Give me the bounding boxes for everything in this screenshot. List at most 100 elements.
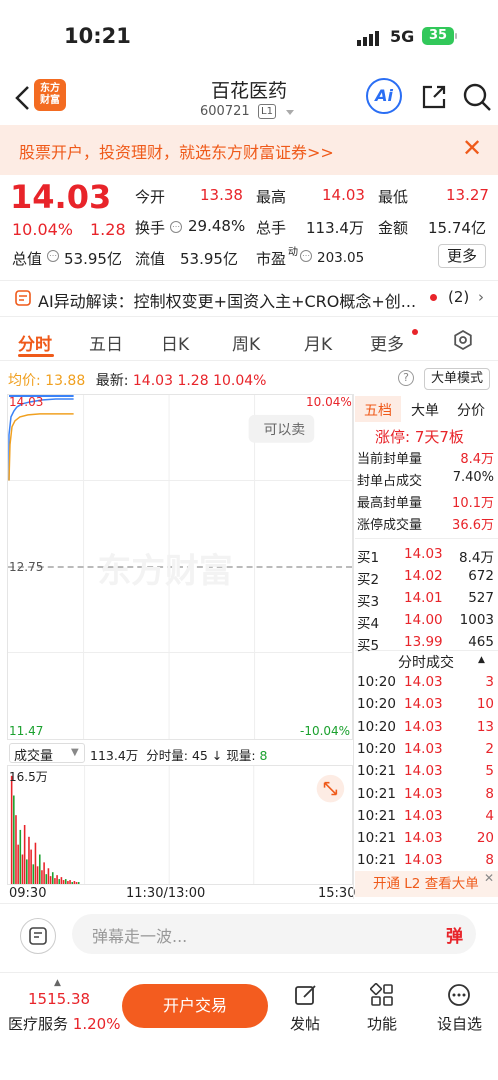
price-line bbox=[8, 398, 74, 481]
side-tab-price-dist[interactable]: 分价 bbox=[457, 400, 485, 420]
chevron-down-icon[interactable] bbox=[286, 110, 294, 115]
limit-up-value: 10.1万 bbox=[452, 496, 494, 511]
tab-five-day[interactable]: 五日 bbox=[89, 330, 123, 355]
tick-price: 14.03 bbox=[404, 785, 443, 802]
grid-icon[interactable] bbox=[370, 983, 394, 1007]
volume-bar bbox=[36, 866, 39, 884]
low-label: 最低 bbox=[378, 188, 409, 206]
order-book-label: 买5 bbox=[357, 638, 380, 654]
latest-label: 最新: bbox=[95, 373, 129, 389]
index-value[interactable]: 1515.38 bbox=[28, 990, 90, 1008]
close-icon[interactable]: ✕ bbox=[462, 136, 482, 160]
current-price: 14.03 bbox=[10, 178, 112, 216]
ticks-title: 分时成交 bbox=[398, 655, 454, 671]
volume-bar bbox=[75, 882, 78, 884]
volume-bar bbox=[26, 859, 28, 884]
level-badge[interactable]: L1 bbox=[258, 104, 276, 119]
index-name[interactable]: 医疗服务 1.20% bbox=[8, 1013, 120, 1034]
y-top-label: 14.03 bbox=[9, 395, 44, 409]
volume-bars bbox=[10, 775, 80, 884]
big-order-mode-button[interactable]: 大单模式 bbox=[424, 368, 490, 390]
notification-dot bbox=[412, 329, 418, 335]
tick-time: 10:20 bbox=[357, 718, 396, 735]
volume-bar bbox=[60, 877, 63, 884]
tab-monthly-k[interactable]: 月K bbox=[304, 330, 332, 355]
open-label: 今开 bbox=[135, 188, 166, 206]
trade-button[interactable]: 开户交易 bbox=[122, 984, 268, 1028]
x-axis-start: 09:30 bbox=[9, 886, 47, 901]
caret-up-icon: ▲ bbox=[478, 655, 485, 665]
danmu-placeholder[interactable]: 弹幕走一波... bbox=[92, 923, 187, 947]
more-dots-icon[interactable] bbox=[447, 983, 471, 1007]
tab-intraday[interactable]: 分时 bbox=[18, 330, 52, 355]
tick-time: 10:21 bbox=[357, 785, 396, 802]
ai-assistant-button[interactable]: Ai bbox=[366, 78, 402, 114]
caret-up-icon[interactable]: ▲ bbox=[54, 978, 61, 988]
tab-more[interactable]: 更多 bbox=[370, 330, 404, 355]
volume-bar bbox=[15, 815, 17, 884]
tick-time: 10:20 bbox=[357, 674, 396, 690]
search-icon[interactable] bbox=[462, 82, 492, 112]
nav-watchlist[interactable]: 设自选 bbox=[437, 1013, 482, 1034]
volume-chart[interactable] bbox=[7, 765, 353, 885]
volume-summary: 113.4万 分时量: 45 ↓ 现量: 8 bbox=[90, 745, 268, 764]
y-bottom-label: 11.47 bbox=[9, 724, 44, 738]
pe-value: 203.05 bbox=[317, 250, 365, 266]
volume-bar bbox=[38, 854, 41, 884]
info-icon[interactable]: ⋯ bbox=[47, 250, 59, 262]
tick-time: 10:20 bbox=[357, 740, 396, 757]
volume-bar bbox=[17, 844, 19, 884]
promo-text[interactable]: 股票开户，投资理财，就选东方财富证券>> bbox=[19, 139, 334, 163]
limit-up-label: 当前封单量 bbox=[357, 452, 423, 467]
open-value: 13.38 bbox=[200, 186, 243, 204]
volume-bar bbox=[56, 875, 58, 884]
tick-time: 10:20 bbox=[357, 696, 396, 713]
share-icon[interactable] bbox=[420, 83, 448, 111]
limit-up-value: 8.4万 bbox=[460, 452, 494, 467]
order-book-volume: 672 bbox=[468, 568, 494, 584]
order-book-label: 买4 bbox=[357, 616, 380, 632]
indicator-select-label: 成交量 bbox=[14, 749, 54, 764]
x-axis-end: 15:30 bbox=[318, 886, 356, 901]
ai-insight-text[interactable]: AI异动解读：控制权变更+国资入主+CRO概念+创... bbox=[38, 288, 416, 312]
edit-icon[interactable] bbox=[294, 983, 318, 1007]
side-tab-level5[interactable]: 五档 bbox=[364, 400, 392, 420]
order-book-price: 14.00 bbox=[404, 612, 443, 628]
intraday-chart[interactable]: 东方财富 可以卖 bbox=[7, 394, 353, 740]
tick-volume: 8 bbox=[485, 852, 494, 869]
volume-bar bbox=[67, 881, 69, 884]
volume-bar bbox=[73, 881, 76, 884]
danmu-send-button[interactable]: 弹 bbox=[446, 922, 463, 947]
vol-y-max: 16.5万 bbox=[9, 770, 48, 784]
order-book-volume: 8.4万 bbox=[459, 550, 494, 566]
tab-daily-k[interactable]: 日K bbox=[161, 330, 189, 355]
side-tab-big-order[interactable]: 大单 bbox=[411, 400, 439, 420]
info-icon[interactable]: ⋯ bbox=[170, 221, 182, 233]
ai-insight-icon bbox=[15, 290, 31, 306]
open-l2-banner[interactable]: 开通 L2 查看大单 bbox=[355, 871, 498, 897]
close-icon[interactable]: ✕ bbox=[484, 871, 494, 885]
volume-bar bbox=[47, 868, 50, 884]
latest-change: 1.28 bbox=[177, 373, 209, 389]
nav-function[interactable]: 功能 bbox=[367, 1013, 397, 1034]
order-book-price: 13.99 bbox=[404, 634, 443, 650]
help-icon[interactable]: ? bbox=[398, 370, 414, 386]
tick-price: 14.03 bbox=[404, 740, 443, 757]
minute-vol-value: 45 bbox=[191, 748, 208, 763]
limit-up-label: 封单占成交 bbox=[357, 474, 423, 489]
tick-time: 10:21 bbox=[357, 852, 396, 869]
tab-weekly-k[interactable]: 周K bbox=[232, 330, 260, 355]
sell-hint-text: 可以卖 bbox=[264, 422, 306, 438]
avg-label: 均价: bbox=[8, 373, 41, 389]
more-button[interactable]: 更多 bbox=[438, 244, 486, 268]
amount-value: 15.74亿 bbox=[428, 219, 486, 237]
network-label: 5G bbox=[390, 27, 415, 46]
mktcap-label: 总值 bbox=[12, 250, 43, 268]
limit-up-value: 36.6万 bbox=[452, 518, 494, 533]
chevron-right-icon[interactable]: › bbox=[478, 288, 484, 306]
order-book-volume: 1003 bbox=[459, 612, 494, 628]
tick-volume: 4 bbox=[485, 807, 494, 824]
info-icon[interactable]: ⋯ bbox=[300, 250, 312, 262]
gear-icon[interactable] bbox=[452, 329, 474, 351]
nav-post[interactable]: 发帖 bbox=[290, 1013, 320, 1034]
